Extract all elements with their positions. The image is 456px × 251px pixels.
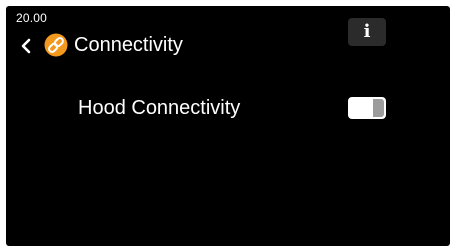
back-button[interactable] bbox=[16, 34, 36, 58]
toggle-knob bbox=[373, 99, 384, 117]
device-screen: 20.00 Connectivity i Hood Connectivity bbox=[6, 6, 450, 246]
clock: 20.00 bbox=[16, 11, 48, 25]
info-icon: i bbox=[363, 21, 371, 42]
info-button[interactable]: i bbox=[348, 18, 386, 46]
page-title: Connectivity bbox=[74, 34, 183, 56]
chevron-left-icon bbox=[21, 38, 31, 54]
link-icon bbox=[44, 33, 68, 57]
hood-connectivity-label: Hood Connectivity bbox=[78, 97, 241, 119]
hood-connectivity-toggle[interactable] bbox=[348, 97, 386, 119]
